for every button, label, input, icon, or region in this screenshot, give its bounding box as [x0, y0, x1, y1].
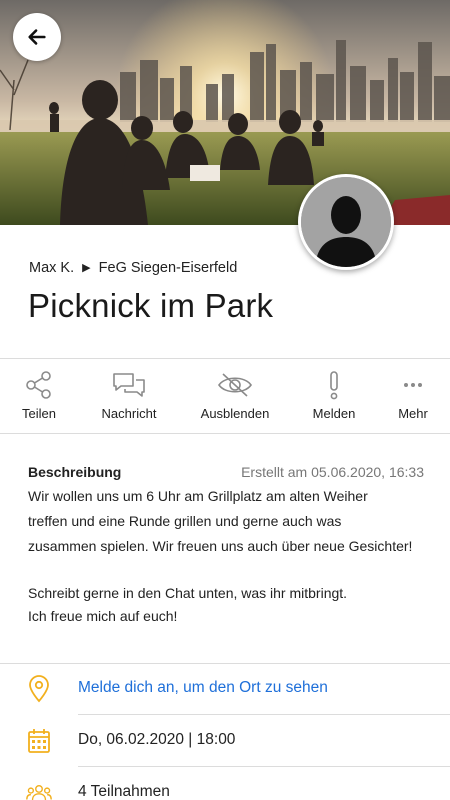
- report-label: Melden: [312, 406, 356, 421]
- calendar-icon: [28, 729, 50, 753]
- group-name[interactable]: FeG Siegen-Eiserfeld: [99, 260, 238, 276]
- more-label: Mehr: [398, 406, 428, 421]
- author-name[interactable]: Max K.: [29, 260, 74, 276]
- people-icon: [26, 784, 52, 800]
- participants-row[interactable]: 4 Teilnahmen: [0, 767, 450, 800]
- location-pin-icon: [29, 675, 49, 703]
- description-header: Beschreibung Erstellt am 05.06.2020, 16:…: [28, 464, 424, 484]
- action-bar: Teilen Nachricht Ausblenden Melden Mehr: [0, 360, 450, 433]
- date-row: Do, 06.02.2020 | 18:00: [0, 715, 450, 767]
- description-label: Beschreibung: [28, 464, 122, 480]
- hide-label: Ausblenden: [200, 406, 270, 421]
- divider: [0, 358, 450, 359]
- message-button[interactable]: Nachricht: [94, 360, 164, 433]
- location-row: Melde dich an, um den Ort zu sehen: [0, 663, 450, 715]
- message-label: Nachricht: [101, 406, 157, 421]
- description-line: treffen und eine Runde grillen und gerne…: [28, 513, 342, 529]
- breadcrumb-separator-icon: ▶: [82, 262, 91, 274]
- event-date: Do, 06.02.2020 | 18:00: [78, 731, 236, 748]
- page-title: Picknick im Park: [28, 287, 274, 324]
- back-button[interactable]: [13, 13, 61, 61]
- location-signup-link[interactable]: Melde dich an, um den Ort zu sehen: [78, 679, 328, 697]
- description-line: zusammen spielen. Wir freuen uns auch üb…: [28, 538, 413, 554]
- person-silhouette-icon: [301, 177, 391, 267]
- eye-slash-icon: [218, 373, 252, 397]
- created-timestamp: Erstellt am 05.06.2020, 16:33: [241, 464, 424, 480]
- share-icon: [26, 371, 51, 399]
- chat-bubbles-icon: [113, 373, 145, 397]
- more-dots-icon: [404, 383, 422, 387]
- description-line: Schreibt gerne in den Chat unten, was ih…: [28, 585, 348, 601]
- participants-count: 4 Teilnahmen: [78, 783, 170, 800]
- share-button[interactable]: Teilen: [8, 360, 70, 433]
- divider: [0, 433, 450, 434]
- description-line: Wir wollen uns um 6 Uhr am Grillplatz am…: [28, 488, 368, 504]
- breadcrumb: Max K. ▶ FeG Siegen-Eiserfeld: [29, 260, 237, 276]
- exclamation-icon: [330, 371, 338, 400]
- more-button[interactable]: Mehr: [392, 360, 434, 433]
- avatar[interactable]: [298, 174, 394, 270]
- share-label: Teilen: [22, 406, 56, 421]
- description-line: Ich freue mich auf euch!: [28, 608, 178, 624]
- arrow-left-icon: [28, 29, 46, 45]
- hide-button[interactable]: Ausblenden: [196, 360, 274, 433]
- report-button[interactable]: Melden: [306, 360, 362, 433]
